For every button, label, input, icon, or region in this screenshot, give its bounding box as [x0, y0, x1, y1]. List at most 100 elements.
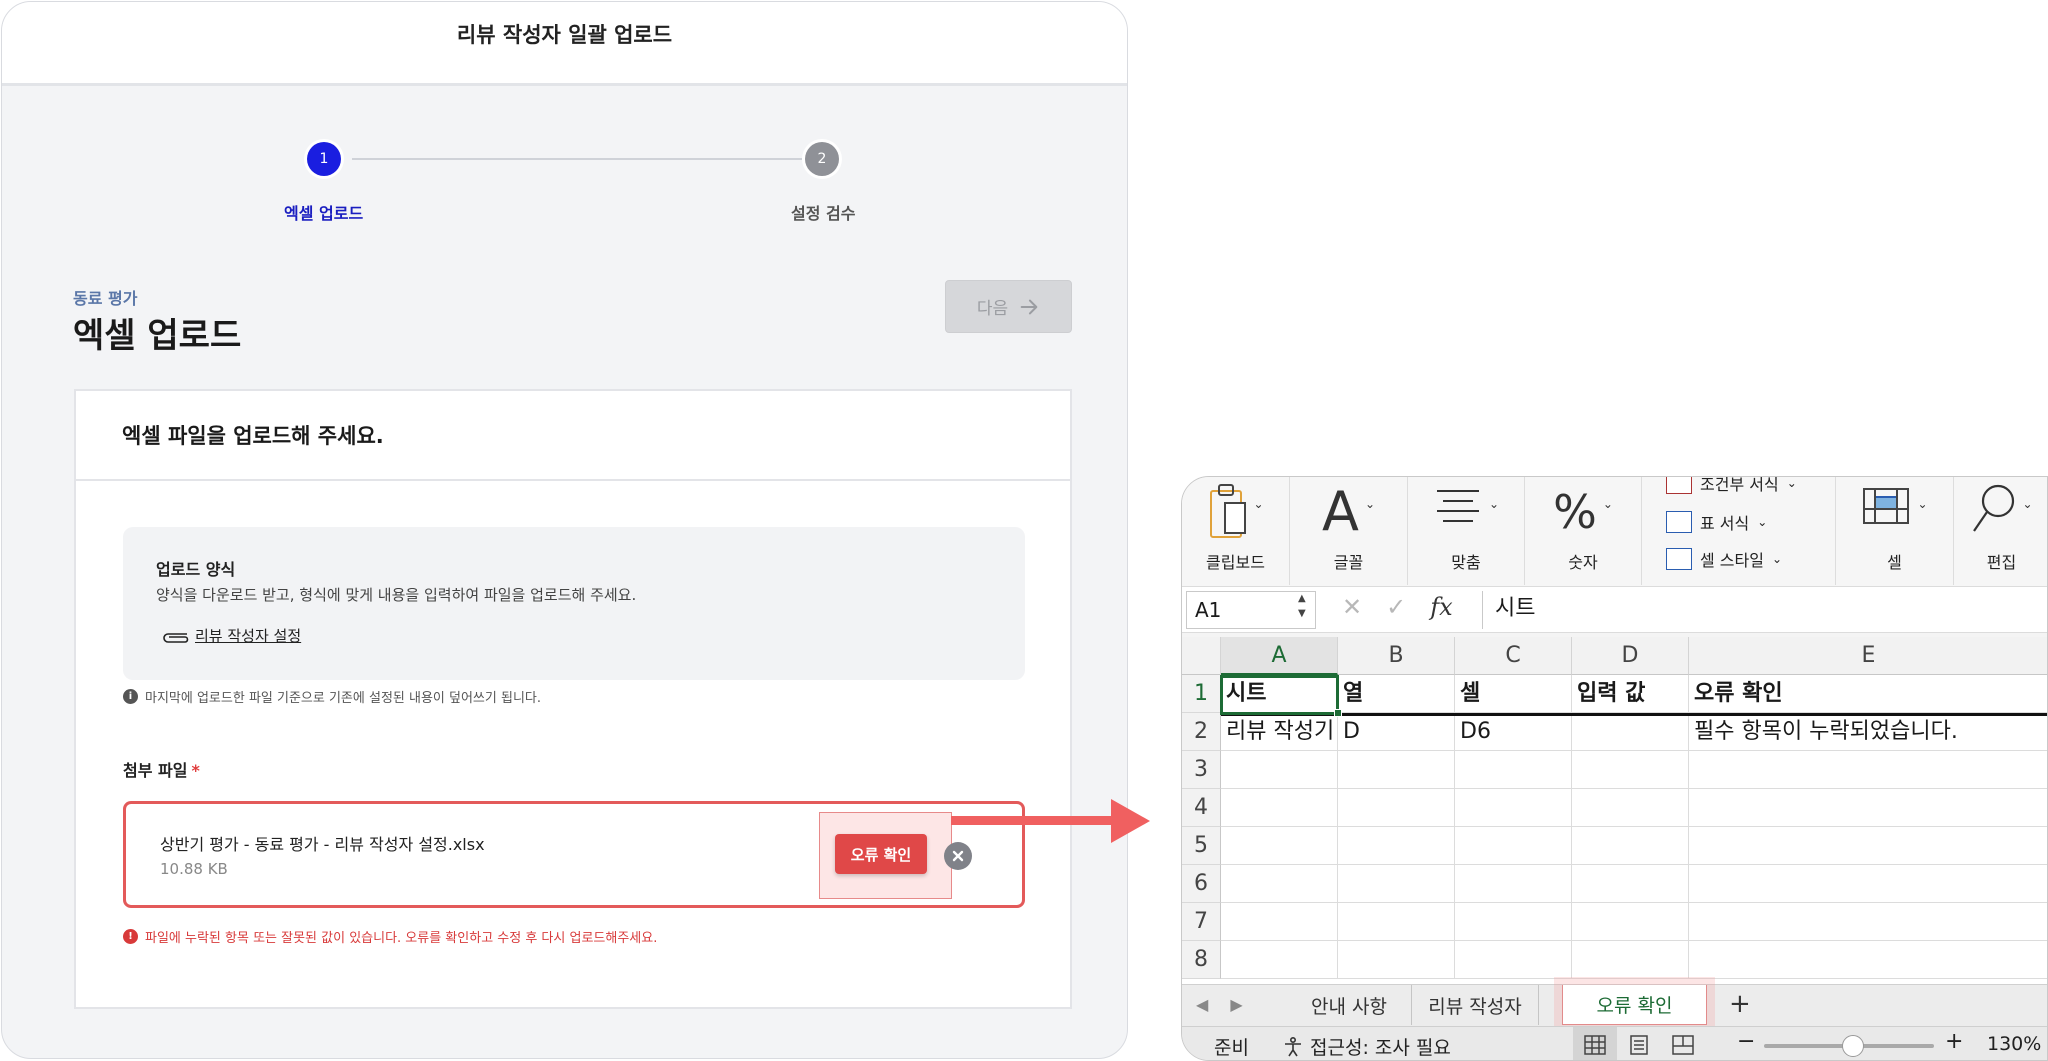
empty-cell[interactable] — [1572, 865, 1689, 903]
select-all-corner[interactable] — [1182, 637, 1221, 675]
row-header[interactable]: 5 — [1182, 827, 1221, 865]
ribbon-cells-label: 셀 — [1887, 553, 1902, 572]
add-sheet-button[interactable]: + — [1729, 989, 1751, 1019]
accessibility-status[interactable]: 접근성: 조사 필요 — [1282, 1033, 1451, 1060]
empty-cell[interactable] — [1338, 865, 1455, 903]
row-header[interactable]: 1 — [1182, 675, 1221, 713]
cell-e2[interactable]: 필수 항목이 누락되었습니다. — [1689, 713, 2047, 751]
next-button[interactable]: 다음 — [945, 280, 1072, 333]
ribbon-number-group[interactable]: % ⌄ 숫자 — [1525, 477, 1642, 585]
search-icon: ⌄ — [1954, 483, 2047, 539]
name-box[interactable]: A1 — [1186, 591, 1316, 629]
sheet-tab-reviewers[interactable]: 리뷰 작성자 — [1412, 985, 1539, 1025]
cell-c1[interactable]: 셀 — [1455, 675, 1572, 713]
function-icon[interactable]: fx — [1430, 593, 1452, 621]
file-error-message: ! 파일에 누락된 항목 또는 잘못된 값이 있습니다. 오류를 확인하고 수정… — [123, 927, 657, 946]
empty-cell[interactable] — [1338, 903, 1455, 941]
row-header[interactable]: 6 — [1182, 865, 1221, 903]
cell-d2[interactable] — [1572, 713, 1689, 751]
prev-sheet-icon[interactable]: ◀ — [1196, 995, 1208, 1014]
empty-cell[interactable] — [1338, 789, 1455, 827]
cell-e1[interactable]: 오류 확인 — [1689, 675, 2047, 713]
row-header[interactable]: 2 — [1182, 713, 1221, 751]
zoom-out-button[interactable]: − — [1737, 1029, 1755, 1054]
ribbon-clipboard-group[interactable]: ⌄ 클립보드 — [1182, 477, 1290, 585]
conditional-format-button[interactable]: 조건부 서식 ⌄ — [1666, 477, 1797, 495]
attachment-label-text: 첨부 파일 — [123, 761, 188, 780]
empty-cell[interactable] — [1455, 903, 1572, 941]
empty-cell[interactable] — [1689, 903, 2047, 941]
row-header[interactable]: 4 — [1182, 789, 1221, 827]
empty-cell[interactable] — [1338, 941, 1455, 979]
empty-cell[interactable] — [1221, 941, 1338, 979]
step-connector — [352, 158, 802, 160]
check-error-button[interactable]: 오류 확인 — [835, 834, 927, 874]
table-format-button[interactable]: 표 서식 ⌄ — [1666, 510, 1767, 534]
column-header[interactable]: A — [1221, 637, 1338, 675]
guide-title: 업로드 양식 — [156, 560, 236, 579]
column-header[interactable]: E — [1689, 637, 2047, 675]
formula-input[interactable]: 시트 — [1482, 591, 2043, 629]
empty-cell[interactable] — [1338, 751, 1455, 789]
confirm-icon[interactable]: ✓ — [1386, 593, 1406, 621]
sheet-tab-errors[interactable]: 오류 확인 — [1562, 985, 1707, 1025]
empty-cell[interactable] — [1572, 827, 1689, 865]
ribbon-clipboard-label: 클립보드 — [1206, 553, 1265, 572]
conditional-format-icon — [1666, 477, 1692, 494]
column-header[interactable]: B — [1338, 637, 1455, 675]
cell-d1[interactable]: 입력 값 — [1572, 675, 1689, 713]
modal-header: 리뷰 작성자 일괄 업로드 — [2, 2, 1127, 86]
empty-cell[interactable] — [1689, 751, 2047, 789]
cell-c2[interactable]: D6 — [1455, 713, 1572, 751]
empty-cell[interactable] — [1689, 865, 2047, 903]
empty-cell[interactable] — [1338, 827, 1455, 865]
empty-cell[interactable] — [1572, 903, 1689, 941]
empty-cell[interactable] — [1689, 941, 2047, 979]
empty-cell[interactable] — [1221, 789, 1338, 827]
empty-cell[interactable] — [1221, 751, 1338, 789]
empty-cell[interactable] — [1221, 827, 1338, 865]
page-layout-button[interactable] — [1617, 1027, 1661, 1060]
empty-cell[interactable] — [1689, 789, 2047, 827]
normal-view-button[interactable] — [1573, 1027, 1617, 1060]
empty-cell[interactable] — [1572, 751, 1689, 789]
cell-b1[interactable]: 열 — [1338, 675, 1455, 713]
ribbon-align-group[interactable]: ⌄ 맞춤 — [1408, 477, 1525, 585]
ribbon-cells-group[interactable]: ⌄ 셀 — [1836, 477, 1954, 585]
cell-style-button[interactable]: 셀 스타일 ⌄ — [1666, 547, 1782, 571]
empty-cell[interactable] — [1689, 827, 2047, 865]
empty-cell[interactable] — [1455, 751, 1572, 789]
zoom-in-button[interactable]: + — [1945, 1029, 1963, 1054]
cell-b2[interactable]: D — [1338, 713, 1455, 751]
cancel-icon[interactable]: ✕ — [1342, 593, 1362, 621]
row-header[interactable]: 3 — [1182, 751, 1221, 789]
sheet-tab-bar: ◀ ▶ 안내 사항 리뷰 작성자 오류 확인 + — [1182, 984, 2047, 1026]
template-download-link[interactable]: 리뷰 작성자 설정 — [161, 625, 301, 646]
row-header[interactable]: 7 — [1182, 903, 1221, 941]
zoom-slider-knob[interactable] — [1842, 1035, 1864, 1057]
empty-cell[interactable] — [1455, 827, 1572, 865]
name-box-spinner[interactable]: ▲ ▼ — [1298, 591, 1306, 621]
upload-guide-box: 업로드 양식 양식을 다운로드 받고, 형식에 맞게 내용을 입력하여 파일을 … — [123, 527, 1025, 680]
sheet-tab-guide[interactable]: 안내 사항 — [1287, 985, 1412, 1025]
zoom-level[interactable]: 130% — [1987, 1033, 2041, 1055]
empty-cell[interactable] — [1221, 865, 1338, 903]
fill-handle[interactable] — [1334, 709, 1342, 717]
column-header[interactable]: C — [1455, 637, 1572, 675]
cell-a2[interactable]: 리뷰 작성기 — [1221, 713, 1338, 751]
empty-cell[interactable] — [1572, 941, 1689, 979]
header-underline — [1221, 713, 2047, 716]
page-break-button[interactable] — [1661, 1027, 1705, 1060]
empty-cell[interactable] — [1455, 941, 1572, 979]
empty-cell[interactable] — [1572, 789, 1689, 827]
next-sheet-icon[interactable]: ▶ — [1230, 995, 1242, 1014]
empty-cell[interactable] — [1455, 789, 1572, 827]
row-header[interactable]: 8 — [1182, 941, 1221, 979]
formula-bar: A1 ▲ ▼ ✕ ✓ fx 시트 — [1182, 587, 2047, 633]
empty-cell[interactable] — [1455, 865, 1572, 903]
excel-window: ⌄ 클립보드 A ⌄ 글꼴 ⌄ 맞춤 % ⌄ 숫자 조건부 서식 ⌄ 표 서식 … — [1181, 476, 2048, 1061]
empty-cell[interactable] — [1221, 903, 1338, 941]
ribbon-font-group[interactable]: A ⌄ 글꼴 — [1290, 477, 1408, 585]
column-header[interactable]: D — [1572, 637, 1689, 675]
ribbon-edit-group[interactable]: ⌄ 편집 — [1954, 477, 2047, 585]
